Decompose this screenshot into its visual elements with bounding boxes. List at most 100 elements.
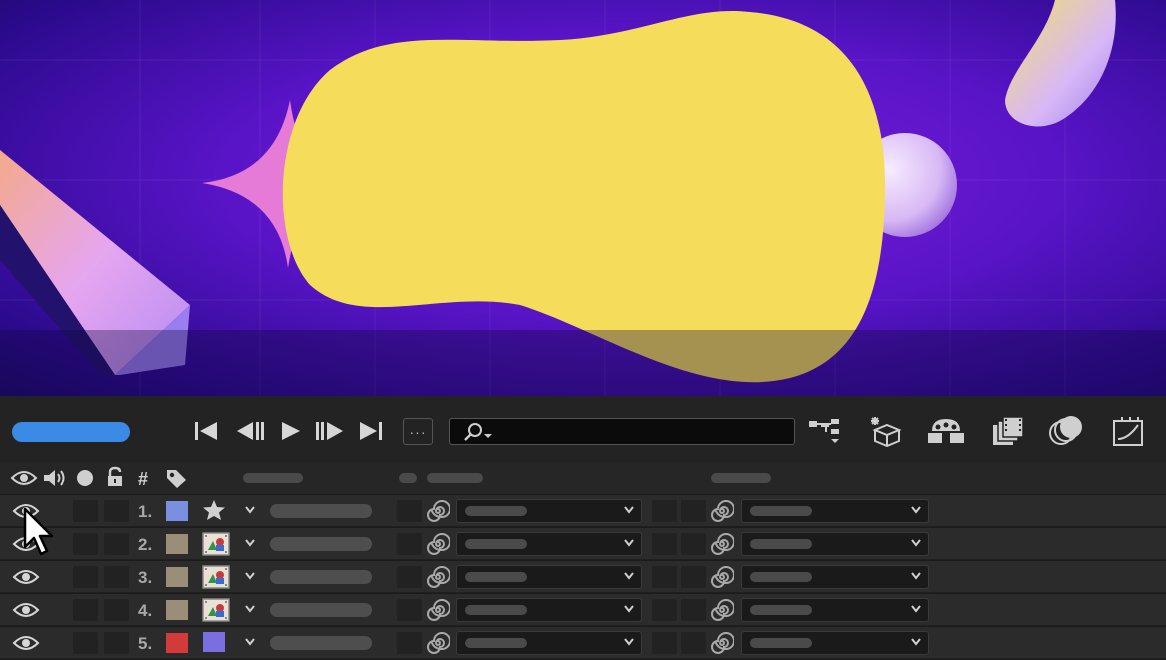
lock-toggle[interactable] bbox=[104, 632, 129, 654]
layer-row[interactable]: 5. bbox=[0, 626, 1166, 658]
track-matte-cell[interactable] bbox=[652, 599, 677, 621]
pick-whip-icon[interactable] bbox=[426, 565, 451, 594]
parent-dropdown[interactable] bbox=[741, 565, 929, 589]
mode-column-header[interactable] bbox=[427, 473, 483, 483]
track-matte-cell[interactable] bbox=[652, 533, 677, 555]
chevron-down-icon[interactable] bbox=[244, 635, 256, 654]
eye-icon[interactable] bbox=[10, 468, 38, 488]
brainstorm-icon[interactable] bbox=[926, 414, 966, 448]
parent-dropdown[interactable] bbox=[741, 598, 929, 622]
pick-whip-icon[interactable] bbox=[710, 565, 735, 594]
tag-icon[interactable] bbox=[164, 467, 188, 489]
first-frame-icon[interactable] bbox=[192, 418, 222, 444]
chevron-down-icon[interactable] bbox=[244, 536, 256, 555]
eye-icon[interactable] bbox=[12, 600, 40, 625]
label-color-swatch[interactable] bbox=[166, 534, 188, 554]
pick-whip-icon[interactable] bbox=[710, 532, 735, 561]
layer-row[interactable]: 4. bbox=[0, 593, 1166, 625]
chevron-down-icon[interactable] bbox=[244, 569, 256, 588]
solo-icon[interactable] bbox=[76, 469, 94, 487]
switch-cell[interactable] bbox=[397, 599, 422, 621]
layer-row[interactable]: 2. bbox=[0, 527, 1166, 559]
layer-number: 2. bbox=[138, 535, 153, 554]
switch-cell[interactable] bbox=[397, 566, 422, 588]
next-frame-icon[interactable] bbox=[314, 418, 346, 444]
star-icon bbox=[202, 499, 226, 526]
composition-icon[interactable] bbox=[988, 414, 1026, 448]
lock-toggle[interactable] bbox=[104, 500, 129, 522]
audio-icon[interactable] bbox=[42, 468, 68, 488]
layer-row[interactable]: 3. bbox=[0, 560, 1166, 592]
graph-editor-icon[interactable] bbox=[1108, 414, 1148, 448]
solo-toggle[interactable] bbox=[73, 566, 98, 588]
more-options-button[interactable]: ··· bbox=[403, 418, 433, 445]
track-matte-cell[interactable] bbox=[681, 599, 706, 621]
solid-icon bbox=[202, 631, 226, 658]
mode-dropdown[interactable] bbox=[456, 598, 642, 622]
chevron-down-icon[interactable] bbox=[244, 602, 256, 621]
blob-shape bbox=[282, 10, 885, 383]
pick-whip-icon[interactable] bbox=[426, 598, 451, 627]
tube-shape bbox=[1005, 0, 1116, 127]
layer-name[interactable] bbox=[270, 636, 372, 650]
label-color-swatch[interactable] bbox=[166, 600, 188, 620]
layer-name[interactable] bbox=[270, 504, 372, 518]
switch-cell[interactable] bbox=[397, 632, 422, 654]
mode-dropdown[interactable] bbox=[456, 631, 642, 655]
label-color-swatch[interactable] bbox=[166, 501, 188, 521]
composition-viewer[interactable] bbox=[0, 0, 1166, 396]
label-color-swatch[interactable] bbox=[166, 567, 188, 587]
parent-column-header[interactable] bbox=[711, 473, 771, 483]
parent-dropdown[interactable] bbox=[741, 532, 929, 556]
search-input[interactable] bbox=[449, 418, 795, 445]
previous-frame-icon[interactable] bbox=[234, 418, 266, 444]
solo-toggle[interactable] bbox=[73, 632, 98, 654]
layer-name-column-header[interactable] bbox=[243, 473, 303, 483]
pick-whip-icon[interactable] bbox=[426, 499, 451, 528]
layer-number: 5. bbox=[138, 634, 153, 653]
eye-icon[interactable] bbox=[12, 567, 40, 592]
switch-cell[interactable] bbox=[397, 533, 422, 555]
layer-number: 1. bbox=[138, 502, 153, 521]
chevron-down-icon[interactable] bbox=[244, 503, 256, 522]
track-matte-cell[interactable] bbox=[681, 533, 706, 555]
pick-whip-icon[interactable] bbox=[426, 532, 451, 561]
label-color-swatch[interactable] bbox=[166, 633, 188, 653]
switch-cell[interactable] bbox=[397, 500, 422, 522]
track-matte-cell[interactable] bbox=[681, 500, 706, 522]
solo-toggle[interactable] bbox=[73, 533, 98, 555]
footage-icon bbox=[202, 565, 230, 594]
node-hierarchy-icon[interactable] bbox=[806, 414, 844, 448]
3d-cube-icon[interactable] bbox=[866, 414, 904, 448]
layer-name[interactable] bbox=[270, 537, 372, 551]
composition-artwork bbox=[0, 0, 1166, 396]
search-icon bbox=[464, 423, 492, 441]
switches-column-header[interactable] bbox=[399, 473, 417, 483]
track-matte-cell[interactable] bbox=[652, 566, 677, 588]
pick-whip-icon[interactable] bbox=[710, 499, 735, 528]
track-matte-cell[interactable] bbox=[652, 632, 677, 654]
lock-toggle[interactable] bbox=[104, 533, 129, 555]
solo-toggle[interactable] bbox=[73, 500, 98, 522]
motion-blur-icon[interactable] bbox=[1046, 414, 1086, 448]
play-icon[interactable] bbox=[276, 418, 304, 444]
layer-column-header: # bbox=[0, 462, 1166, 494]
parent-dropdown[interactable] bbox=[741, 499, 929, 523]
mode-dropdown[interactable] bbox=[456, 499, 642, 523]
pick-whip-icon[interactable] bbox=[710, 598, 735, 627]
track-matte-cell[interactable] bbox=[681, 566, 706, 588]
track-matte-cell[interactable] bbox=[681, 632, 706, 654]
lock-toggle[interactable] bbox=[104, 599, 129, 621]
mode-dropdown[interactable] bbox=[456, 532, 642, 556]
layer-name[interactable] bbox=[270, 570, 372, 584]
layer-row[interactable]: 1. bbox=[0, 494, 1166, 526]
track-matte-cell[interactable] bbox=[652, 500, 677, 522]
lock-toggle[interactable] bbox=[104, 566, 129, 588]
lock-icon[interactable] bbox=[105, 466, 125, 488]
last-frame-icon[interactable] bbox=[356, 418, 386, 444]
parent-dropdown[interactable] bbox=[741, 631, 929, 655]
layer-name[interactable] bbox=[270, 603, 372, 617]
eye-icon[interactable] bbox=[12, 633, 40, 658]
mode-dropdown[interactable] bbox=[456, 565, 642, 589]
solo-toggle[interactable] bbox=[73, 599, 98, 621]
